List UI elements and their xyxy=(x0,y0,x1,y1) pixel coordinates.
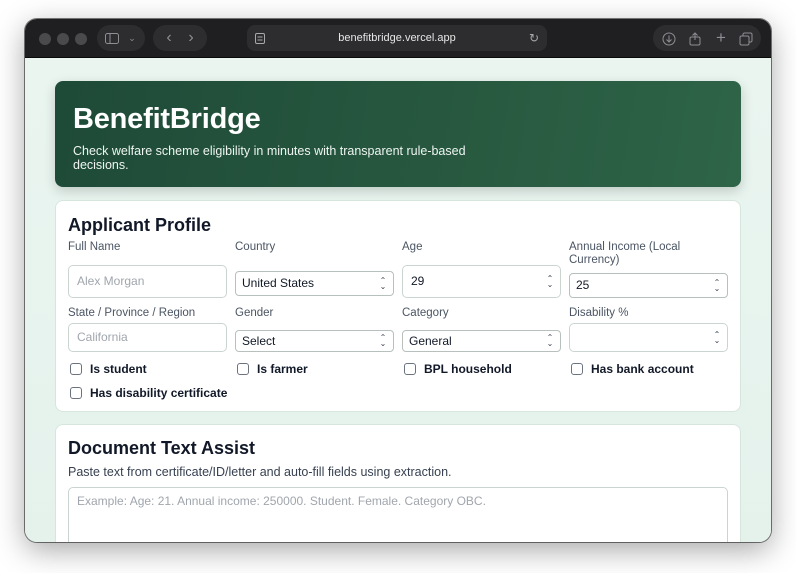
checkbox-box[interactable] xyxy=(70,387,82,399)
state-label: State / Province / Region xyxy=(68,307,196,319)
share-icon[interactable] xyxy=(685,25,705,51)
gender-value: Select xyxy=(242,334,276,348)
income-label: Annual Income (Local Currency) xyxy=(569,241,681,266)
applicant-profile-card: Applicant Profile Full Name Alex Morgan … xyxy=(55,200,741,412)
back-icon[interactable]: ‹ xyxy=(161,25,177,51)
close-window-button[interactable] xyxy=(39,33,51,45)
applicant-profile-heading: Applicant Profile xyxy=(68,215,212,235)
bpl-household-label: BPL household xyxy=(424,362,512,376)
checkbox-box[interactable] xyxy=(70,363,82,375)
new-tab-icon[interactable]: + xyxy=(711,25,731,51)
disability-label: Disability % xyxy=(569,307,629,319)
has-bank-account-label: Has bank account xyxy=(591,362,694,376)
is-student-label: Is student xyxy=(90,362,147,376)
number-stepper-icon[interactable]: ⌃ ⌄ xyxy=(546,266,554,297)
has-disability-certificate-checkbox[interactable]: Has disability certificate xyxy=(70,386,227,400)
category-select[interactable]: General ⌃ ⌄ xyxy=(402,330,561,352)
document-assist-description: Paste text from certificate/ID/letter an… xyxy=(68,465,452,479)
forward-icon[interactable]: › xyxy=(183,25,199,51)
history-navigation: ‹ › xyxy=(153,25,207,51)
age-value: 29 xyxy=(411,274,425,288)
page-content: BenefitBridge Check welfare scheme eligi… xyxy=(25,58,771,542)
tabs-icon[interactable] xyxy=(736,25,756,51)
is-student-checkbox[interactable]: Is student xyxy=(70,362,147,376)
state-input[interactable]: California xyxy=(68,323,227,352)
sidebar-icon xyxy=(104,25,120,51)
document-text-assist-card: Document Text Assist Paste text from cer… xyxy=(55,424,741,542)
country-select[interactable]: United States ⌃ ⌄ xyxy=(235,271,394,296)
app-subtitle: Check welfare scheme eligibility in minu… xyxy=(73,144,466,172)
number-stepper-icon[interactable]: ⌃ ⌄ xyxy=(713,324,721,351)
gender-label: Gender xyxy=(235,307,274,319)
browser-window: ⌄ ‹ › benefitbridge.vercel.app ↻ + Benef… xyxy=(25,19,771,542)
address-bar[interactable]: benefitbridge.vercel.app ↻ xyxy=(247,25,547,51)
is-farmer-checkbox[interactable]: Is farmer xyxy=(237,362,308,376)
url-text[interactable]: benefitbridge.vercel.app xyxy=(338,32,455,44)
document-text-area[interactable]: Example: Age: 21. Annual income: 250000.… xyxy=(68,487,728,542)
download-icon[interactable] xyxy=(659,25,679,51)
toolbar-actions: + xyxy=(653,25,761,51)
browser-titlebar: ⌄ ‹ › benefitbridge.vercel.app ↻ + xyxy=(25,19,771,58)
has-disability-certificate-label: Has disability certificate xyxy=(90,386,228,400)
select-arrows-icon: ⌃ ⌄ xyxy=(379,275,387,291)
is-farmer-label: Is farmer xyxy=(257,362,308,376)
bpl-household-checkbox[interactable]: BPL household xyxy=(404,362,512,376)
country-value: United States xyxy=(242,276,315,290)
reload-icon[interactable]: ↻ xyxy=(529,25,539,51)
country-label: Country xyxy=(235,241,276,253)
category-value: General xyxy=(409,334,452,348)
sidebar-toggle[interactable]: ⌄ xyxy=(97,25,145,51)
disability-input[interactable]: ⌃ ⌄ xyxy=(569,323,728,352)
select-arrows-icon: ⌃ ⌄ xyxy=(379,333,387,348)
has-bank-account-checkbox[interactable]: Has bank account xyxy=(571,362,694,376)
age-label: Age xyxy=(402,241,423,253)
checkbox-box[interactable] xyxy=(404,363,416,375)
chevron-down-icon[interactable]: ⌄ xyxy=(126,25,138,51)
gender-select[interactable]: Select ⌃ ⌄ xyxy=(235,330,394,352)
full-name-input[interactable]: Alex Morgan xyxy=(68,265,227,298)
app-title: BenefitBridge xyxy=(73,103,261,135)
select-arrows-icon: ⌃ ⌄ xyxy=(546,333,554,348)
category-label: Category xyxy=(402,307,449,319)
zoom-window-button[interactable] xyxy=(75,33,87,45)
checkbox-box[interactable] xyxy=(571,363,583,375)
full-name-label: Full Name xyxy=(68,241,121,253)
checkbox-box[interactable] xyxy=(237,363,249,375)
page-icon[interactable] xyxy=(255,25,265,51)
income-input[interactable]: 25 ⌃ ⌄ xyxy=(569,273,728,298)
age-input[interactable]: 29 ⌃ ⌄ xyxy=(402,265,561,298)
hero-banner: BenefitBridge Check welfare scheme eligi… xyxy=(55,81,741,187)
number-stepper-icon[interactable]: ⌃ ⌄ xyxy=(713,274,721,297)
income-value: 25 xyxy=(576,278,590,292)
document-assist-heading: Document Text Assist xyxy=(68,438,256,458)
minimize-window-button[interactable] xyxy=(57,33,69,45)
